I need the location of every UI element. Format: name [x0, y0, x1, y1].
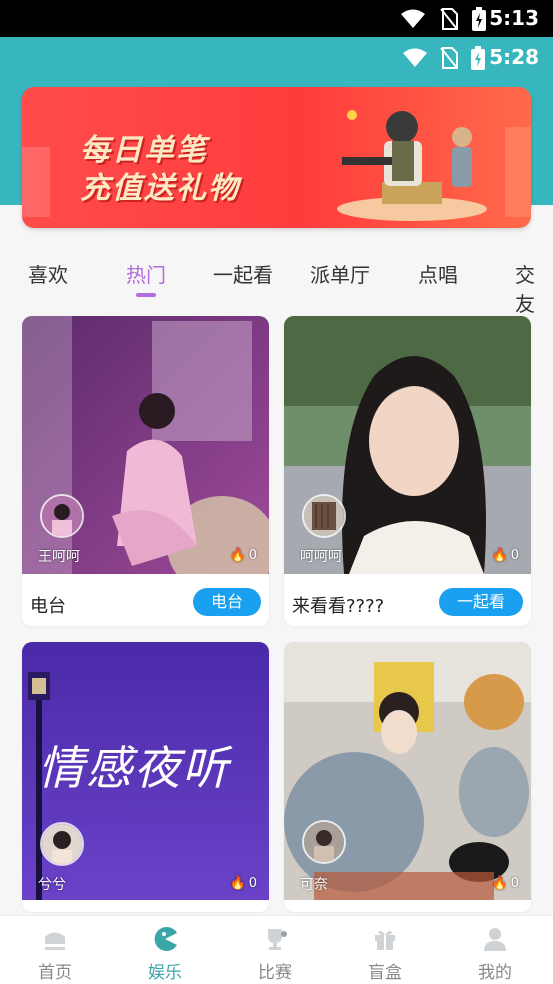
host-name: 兮兮 [38, 877, 66, 893]
host-avatar[interactable] [302, 820, 346, 864]
nav-blind-box[interactable]: 盲盒 [330, 916, 440, 984]
tab-like[interactable]: 喜欢 [28, 259, 68, 288]
heat-count: 🔥 0 [492, 876, 519, 891]
nav-home[interactable]: 首页 [0, 916, 110, 984]
nav-profile[interactable]: 我的 [440, 916, 550, 984]
cover-text: 情感夜听 [38, 741, 230, 795]
heat-value: 0 [510, 876, 519, 891]
banner-decoration [505, 127, 531, 217]
tab-watch-together[interactable]: 一起看 [213, 259, 273, 288]
room-card[interactable]: 王呵呵 🔥 0 电台 电台 [22, 316, 269, 626]
tab-dispatch-hall[interactable]: 派单厅 [310, 259, 370, 288]
room-title: 来看看???? [292, 596, 385, 617]
battery-charging-icon [471, 46, 485, 70]
nav-label: 盲盒 [368, 963, 402, 983]
host-avatar[interactable] [40, 494, 84, 538]
fire-icon: 🔥 [229, 876, 246, 891]
nav-label: 我的 [478, 963, 512, 983]
person-icon [484, 928, 506, 951]
nav-entertainment[interactable]: 娱乐 [110, 916, 220, 984]
no-sim-icon [440, 47, 458, 69]
battery-charging-icon [472, 7, 486, 31]
tab-make-friends[interactable]: 交友 [515, 259, 553, 317]
host-name: 王呵呵 [38, 549, 80, 565]
heat-count: 🔥 0 [492, 548, 519, 563]
fire-icon: 🔥 [491, 548, 508, 563]
nav-competition[interactable]: 比赛 [220, 916, 330, 984]
fire-icon: 🔥 [491, 876, 508, 891]
nav-label: 首页 [38, 963, 72, 983]
heat-count: 🔥 0 [230, 548, 257, 563]
host-avatar[interactable] [302, 494, 346, 538]
active-tab-indicator [136, 293, 156, 297]
room-type-tag[interactable]: 电台 [192, 588, 261, 616]
promo-banner[interactable]: 每日单笔 充值送礼物 [22, 87, 531, 228]
category-tabs: 喜欢 热门 一起看 派单厅 点唱 交友 [0, 255, 553, 316]
nav-label: 娱乐 [148, 963, 182, 983]
tab-song-request[interactable]: 点唱 [418, 259, 458, 288]
pacman-icon [154, 927, 177, 951]
banner-game-scene-image [337, 110, 487, 221]
nav-label: 比赛 [258, 963, 292, 983]
heat-count: 🔥 0 [230, 876, 257, 891]
host-name: 可奈 [300, 877, 328, 893]
heat-value: 0 [248, 876, 257, 891]
room-card[interactable]: 情感夜听 兮兮 🔥 0 [22, 642, 269, 912]
heat-value: 0 [510, 548, 519, 563]
system-time: 5:13 [489, 6, 539, 30]
app-status-time: 5:28 [489, 45, 539, 69]
trophy-icon [268, 929, 287, 950]
bottom-navigation: 首页 娱乐 比赛 盲盒 我的 [0, 915, 553, 984]
tab-hot[interactable]: 热门 [126, 259, 166, 288]
room-card[interactable]: 呵呵呵 🔥 0 来看看???? 一起看 [284, 316, 531, 626]
room-card[interactable]: 可奈 🔥 0 [284, 642, 531, 912]
wifi-icon [401, 9, 425, 28]
host-avatar[interactable] [40, 822, 84, 866]
room-type-tag[interactable]: 一起看 [438, 588, 523, 616]
room-title: 电台 [30, 596, 66, 617]
gift-box-icon [375, 930, 395, 950]
host-name: 呵呵呵 [300, 549, 342, 565]
wifi-icon [403, 48, 427, 67]
banner-line-2: 充值送礼物 [80, 171, 240, 206]
system-status-bar: 5:13 [0, 0, 553, 37]
fire-icon: 🔥 [229, 548, 246, 563]
heat-value: 0 [248, 548, 257, 563]
banner-decoration [22, 147, 50, 217]
home-icon [45, 932, 65, 950]
no-sim-icon [440, 8, 458, 30]
